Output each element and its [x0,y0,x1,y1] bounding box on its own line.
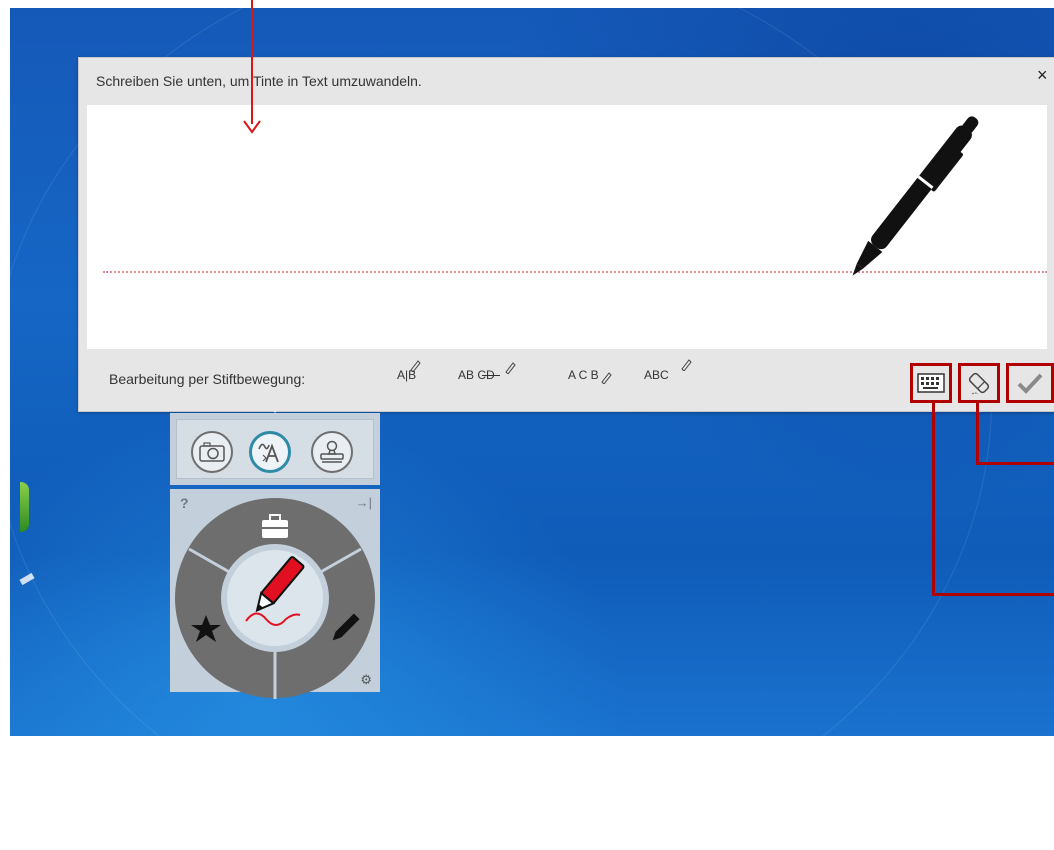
callout-line-eraser-vertical [976,400,979,465]
keyboard-button[interactable] [910,363,952,403]
wallpaper-glare [19,572,35,586]
annotation-arrow-head [243,120,261,134]
writing-canvas[interactable] [87,105,1047,349]
panel-title: Schreiben Sie unten, um Tinte in Text um… [96,73,422,89]
callout-line-eraser-horizontal [976,462,1054,465]
mode-bar-inner [176,419,374,479]
stamp-icon [320,440,344,463]
tool-wheel-panel: ? →| ⚙ [170,489,380,699]
eraser-button[interactable] [958,363,1000,403]
stamp-mode-button[interactable] [311,431,353,473]
camera-icon [199,442,225,462]
join-gesture-icon: ABC [644,359,692,388]
insert-gesture-icon: A C B [568,362,612,388]
annotation-arrow-line [251,0,253,124]
camera-mode-button[interactable] [191,431,233,473]
pen-icon [852,116,979,276]
callout-line-keyboard-vertical [932,400,935,596]
keyboard-icon [917,373,945,393]
handwriting-panel: Schreiben Sie unten, um Tinte in Text um… [78,57,1054,412]
ink-to-text-mode-button[interactable] [249,431,291,473]
close-button[interactable]: × [1037,65,1054,85]
settings-gear-icon[interactable]: ⚙ [360,672,372,688]
callout-line-keyboard-horizontal [932,593,1054,596]
split-gesture-icon: A|B [397,360,421,388]
eraser-icon [968,372,990,395]
panel-pointer-notch [265,401,285,413]
confirm-button[interactable] [1006,363,1054,403]
delete-gesture-icon: AB CD [458,362,516,388]
tool-wheel [175,498,375,699]
checkmark-icon [1017,373,1043,394]
wallpaper-leaf [20,482,29,532]
mode-bar [170,413,380,485]
ink-to-text-icon [258,443,279,463]
gesture-label: Bearbeitung per Stiftbewegung: [109,371,306,387]
